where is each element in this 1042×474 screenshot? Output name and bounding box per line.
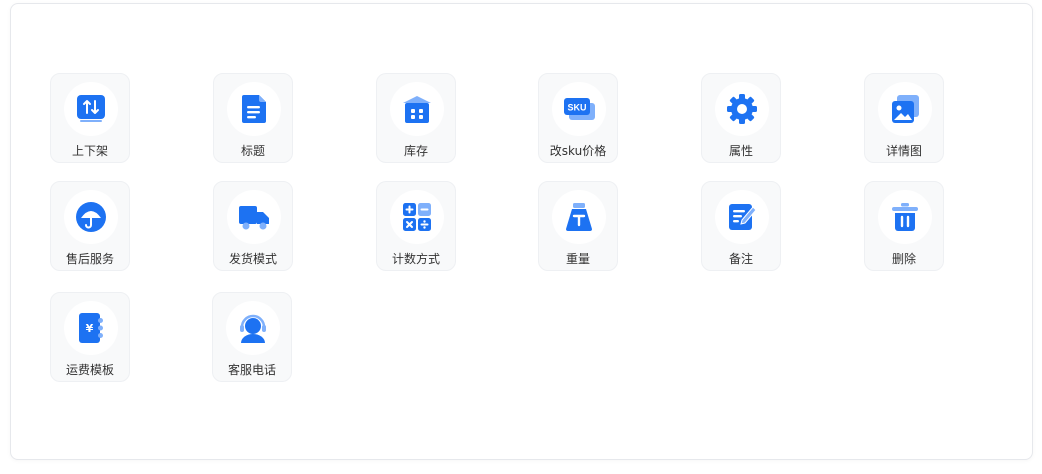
action-tile-freight-template[interactable]: ¥ 运费模板: [50, 292, 130, 382]
yen-notebook-icon: ¥: [79, 313, 103, 343]
updown-arrows-icon: [77, 95, 105, 122]
action-tile-after-sales[interactable]: 售后服务: [50, 181, 130, 271]
action-tile-stock[interactable]: 库存: [376, 73, 456, 163]
action-tile-shelf[interactable]: 上下架: [50, 73, 130, 163]
action-tile-shipping-mode[interactable]: 发货模式: [213, 181, 293, 271]
action-label: 删除: [891, 252, 916, 266]
images-icon: [892, 95, 919, 123]
action-label: 标题: [240, 144, 265, 158]
umbrella-icon: [76, 202, 106, 232]
action-label: 改sku价格: [549, 144, 607, 158]
trash-icon: [892, 203, 918, 231]
svg-text:SKU: SKU: [567, 103, 586, 113]
action-label: 属性: [728, 144, 753, 158]
weight-icon: [566, 203, 592, 231]
action-tile-remarks[interactable]: 备注: [701, 181, 781, 271]
calculator-icon: [403, 203, 431, 231]
gear-icon: [727, 94, 757, 124]
batch-actions-panel: 上下架 标题 库存 SKU 改sku价格 属性 详情图 售后服务 发货模式 计数…: [10, 3, 1033, 460]
svg-text:¥: ¥: [86, 322, 94, 335]
action-label: 详情图: [885, 144, 922, 158]
action-tile-detail-images[interactable]: 详情图: [864, 73, 944, 163]
action-label: 运费模板: [65, 363, 114, 377]
action-label: 计数方式: [391, 252, 440, 266]
truck-icon: [239, 206, 269, 230]
action-label: 备注: [728, 252, 753, 266]
action-label: 发货模式: [228, 252, 277, 266]
action-label: 库存: [403, 144, 428, 158]
warehouse-icon: [403, 96, 431, 123]
action-label: 售后服务: [65, 252, 114, 266]
action-tile-delete[interactable]: 删除: [864, 181, 944, 271]
action-label: 上下架: [71, 144, 108, 158]
action-tile-counting-method[interactable]: 计数方式: [376, 181, 456, 271]
action-tile-attributes[interactable]: 属性: [701, 73, 781, 163]
customer-service-icon: [240, 314, 266, 343]
sku-icon: SKU: [564, 98, 595, 120]
note-edit-icon: [729, 204, 757, 230]
document-icon: [242, 95, 266, 123]
action-label: 客服电话: [227, 363, 276, 377]
action-tile-service-phone[interactable]: 客服电话: [212, 292, 292, 382]
action-tile-weight[interactable]: 重量: [538, 181, 618, 271]
action-label: 重量: [565, 252, 590, 266]
action-tile-title[interactable]: 标题: [213, 73, 293, 163]
action-tile-sku-price[interactable]: SKU 改sku价格: [538, 73, 618, 163]
